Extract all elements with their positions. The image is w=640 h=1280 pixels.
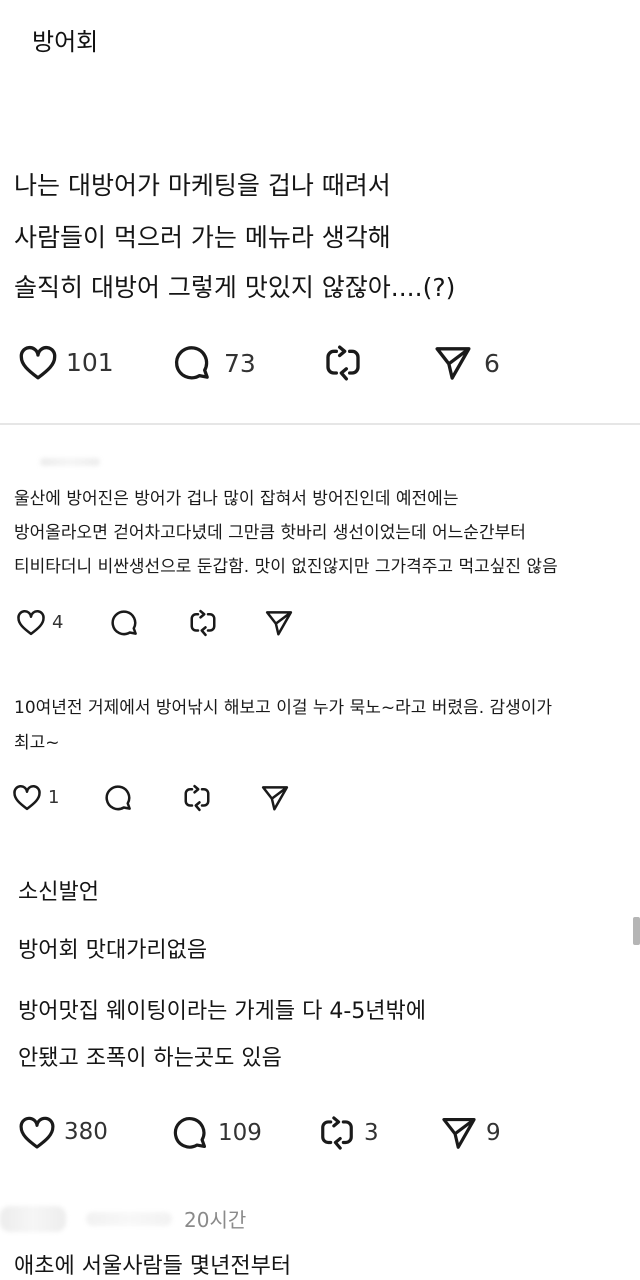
comment-3-like-button[interactable]: 380 [18,1114,108,1150]
comment-3-line-4: 안됐고 조폭이 하는곳도 있음 [18,1046,282,1071]
comment-2-comment-button[interactable] [104,783,134,813]
heart-icon [19,345,57,380]
comment-1-comment-button[interactable] [110,608,140,638]
post-text-line-2: 사람들이 먹으러 가는 메뉴라 생각해 [14,223,391,252]
paper-plane-icon [265,611,293,636]
post-like-count: 101 [66,347,114,377]
blurred-username [86,1212,172,1226]
post-text-line-1: 나는 대방어가 마케팅을 겁나 때려서 [14,171,391,200]
post-text-line-3: 솔직히 대방어 그렇게 맛있지 않잖아....(?) [14,273,456,302]
comment-3-share-button[interactable]: 9 [440,1114,501,1152]
comment-3-line-1: 소신발언 [18,880,99,905]
comment-3-line-3: 방어맛집 웨이팅이라는 가게들 다 4-5년밖에 [18,999,426,1024]
comment-1-line-3: 티비타더니 비싼생선으로 둔갑함. 맛이 없진않지만 그가격주고 먹고싶진 않음 [14,557,558,577]
comment-1-like-count: 4 [52,611,64,633]
comment-2-repost-button[interactable] [182,783,212,813]
comment-3-share-count: 9 [486,1120,501,1146]
speech-bubble-icon [111,610,137,636]
repost-arrows-icon [326,345,360,381]
repost-arrows-icon [184,784,210,812]
paper-plane-icon [435,347,471,380]
comment-4-timestamp: 20시간 [184,1208,247,1232]
post-comment-button[interactable]: 73 [172,343,256,383]
heart-icon [13,785,41,811]
comment-3-line-2: 방어회 맛대가리없음 [18,938,208,963]
paper-plane-icon [261,786,289,811]
heart-icon [19,1116,55,1149]
post-share-count: 6 [484,348,500,378]
comment-3-comment-button[interactable]: 109 [172,1114,262,1152]
post-comment-count: 73 [224,348,256,378]
post-like-button[interactable]: 101 [18,343,114,381]
comment-4-line-1: 애초에 서울사람들 몇년전부터 [14,1254,292,1279]
heart-icon [17,610,45,636]
page-title: 방어회 [32,28,99,56]
comment-3-like-count: 380 [64,1119,108,1145]
post-share-button[interactable]: 6 [432,343,500,383]
comment-2-like-button[interactable]: 1 [12,783,59,811]
speech-bubble-icon [105,785,131,811]
comment-3-comment-count: 109 [218,1120,262,1146]
speech-bubble-icon [173,1117,207,1149]
scrollbar[interactable] [633,917,640,945]
repost-arrows-icon [321,1116,353,1150]
comment-3-repost-button[interactable]: 3 [318,1114,379,1152]
paper-plane-icon [442,1117,476,1149]
comment-1-repost-button[interactable] [188,608,218,638]
comment-2-line-2: 최고~ [14,733,60,753]
comment-2-share-button[interactable] [260,783,290,813]
blurred-avatar [0,1206,66,1232]
comment-1-line-1: 울산에 방어진은 방어가 겁나 많이 잡혀서 방어진인데 예전에는 [14,489,459,509]
comment-1-line-2: 방어올라오면 걷어차고다녔데 그만큼 핫바리 생선이었는데 어느순간부터 [14,523,526,543]
blurred-username [40,458,100,466]
post-repost-button[interactable] [322,343,364,383]
comment-1-share-button[interactable] [264,608,294,638]
comment-1-like-button[interactable]: 4 [16,608,63,636]
comment-2-like-count: 1 [48,786,60,808]
speech-bubble-icon [174,346,209,380]
repost-arrows-icon [190,609,216,637]
divider [0,423,640,425]
comment-3-repost-count: 3 [364,1120,379,1146]
comment-2-line-1: 10여년전 거제에서 방어낚시 해보고 이걸 누가 묵노~라고 버렸음. 감생이… [14,698,553,718]
